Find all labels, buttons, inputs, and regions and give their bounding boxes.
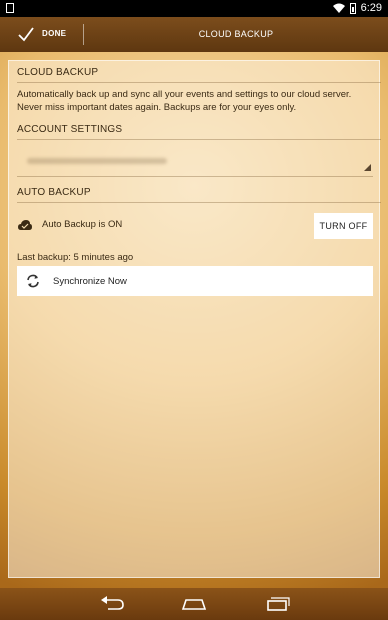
checkmark-icon	[18, 27, 34, 42]
auto-backup-header: AUTO BACKUP	[17, 187, 381, 203]
auto-backup-row: Auto Backup is ON TURN OFF	[17, 213, 373, 239]
account-settings-header: ACCOUNT SETTINGS	[17, 124, 381, 140]
status-icons: 6:29	[332, 2, 382, 14]
cloud-backup-header: CLOUD BACKUP	[17, 67, 381, 83]
recents-icon[interactable]	[263, 594, 291, 614]
action-bar: DONE CLOUD BACKUP	[0, 17, 388, 52]
turn-off-button[interactable]: TURN OFF	[314, 213, 373, 239]
synchronize-now-label: Synchronize Now	[53, 276, 127, 287]
wifi-icon	[332, 3, 345, 13]
synchronize-now-button[interactable]: Synchronize Now	[17, 266, 373, 296]
account-dropdown[interactable]	[17, 149, 373, 173]
notification-icon	[6, 3, 14, 13]
navigation-bar	[0, 588, 388, 620]
back-icon[interactable]	[98, 594, 126, 614]
screen: 6:29 DONE CLOUD BACKUP CLOUD BACKUP Auto…	[0, 0, 388, 620]
done-label: DONE	[42, 29, 67, 38]
dropdown-arrow-icon	[364, 164, 371, 171]
home-icon[interactable]	[180, 594, 208, 614]
account-email-blurred	[27, 158, 167, 164]
sync-icon	[27, 274, 39, 288]
status-bar: 6:29	[0, 0, 388, 17]
page-title: CLOUD BACKUP	[198, 29, 274, 39]
status-time: 6:29	[360, 2, 382, 14]
cloud-backup-description: Automatically back up and sync all your …	[17, 89, 352, 113]
settings-card: CLOUD BACKUP Automatically back up and s…	[8, 60, 381, 578]
last-backup-text: Last backup: 5 minutes ago	[17, 252, 134, 263]
cloud-check-icon	[18, 220, 32, 230]
done-button[interactable]: DONE	[0, 17, 84, 52]
battery-icon	[349, 2, 356, 14]
auto-backup-status: Auto Backup is ON	[42, 219, 123, 230]
account-underline	[17, 176, 373, 177]
